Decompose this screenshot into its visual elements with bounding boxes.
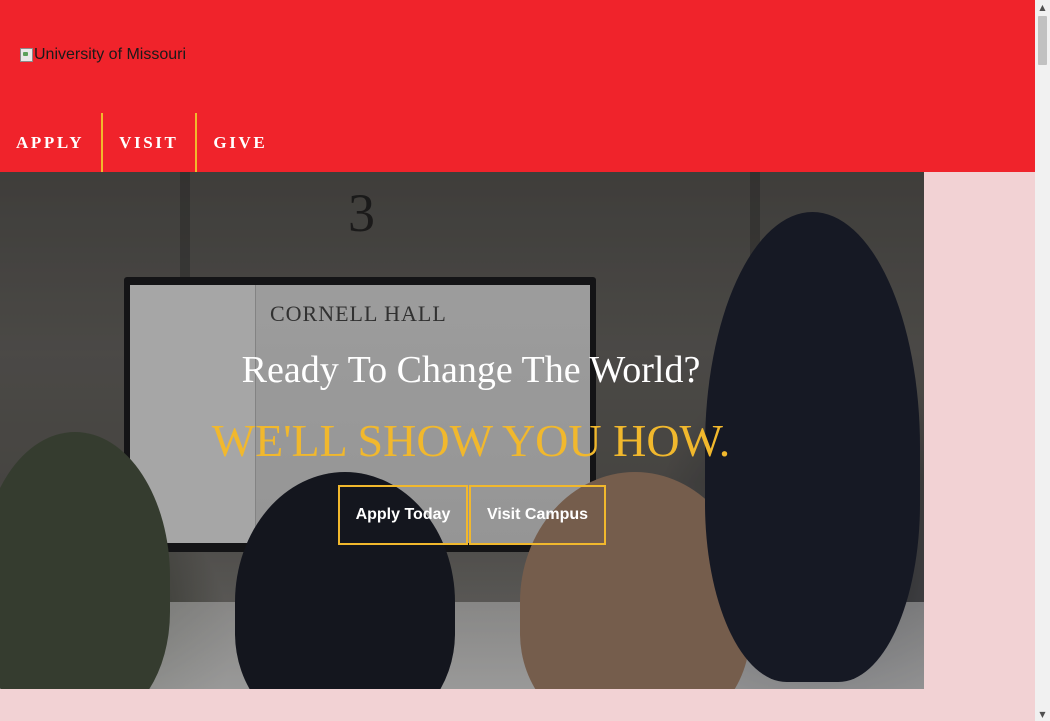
nav-item-give[interactable]: GIVE: [197, 113, 284, 172]
scroll-down-icon[interactable]: ▼: [1035, 707, 1050, 721]
hero-title: Ready To Change The World?: [241, 349, 701, 391]
logo-alt-text: University of Missouri: [34, 46, 187, 63]
vertical-scrollbar[interactable]: ▲ ▼: [1035, 0, 1050, 721]
main-nav: APPLY VISIT GIVE: [0, 113, 284, 172]
university-logo[interactable]: University of Missouri: [19, 46, 186, 64]
nav-item-apply[interactable]: APPLY: [0, 113, 104, 172]
hero-subtitle: WE'LL SHOW YOU HOW.: [211, 415, 731, 466]
apply-today-button[interactable]: Apply Today: [338, 485, 468, 545]
hero-content: Ready To Change The World? WE'LL SHOW YO…: [0, 172, 924, 689]
scroll-up-icon[interactable]: ▲: [1035, 0, 1050, 14]
broken-image-icon: [19, 47, 33, 63]
nav-item-visit[interactable]: VISIT: [103, 113, 198, 172]
visit-campus-button[interactable]: Visit Campus: [469, 485, 606, 545]
hero-banner: 3 CORNELL HALL Ready To Change The World…: [0, 172, 924, 689]
hero-buttons: Apply Today Visit Campus: [338, 485, 606, 545]
site-header: University of Missouri APPLY VISIT GIVE: [0, 0, 1035, 172]
scrollbar-thumb[interactable]: [1038, 16, 1047, 65]
